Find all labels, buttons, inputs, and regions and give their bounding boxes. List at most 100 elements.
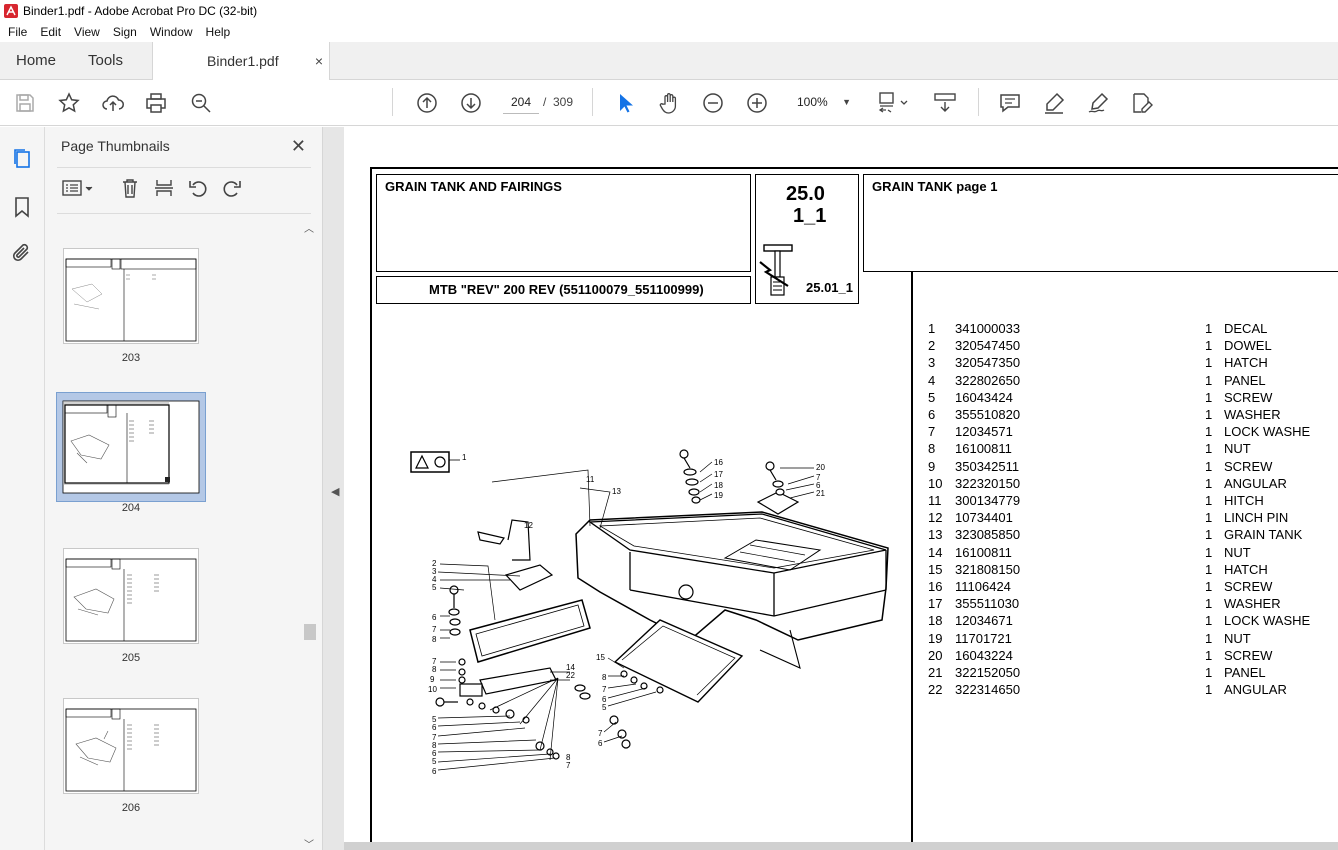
part-quantity: 1 [1205, 338, 1213, 354]
part-number: 8 [928, 441, 936, 457]
callout-5e: 5 [602, 703, 607, 712]
part-description: SCREW [1224, 458, 1273, 474]
part-description: ANGULAR [1224, 475, 1287, 491]
attachments-icon[interactable] [10, 241, 34, 265]
part-number: 3 [928, 355, 936, 371]
close-tab-icon[interactable]: × [315, 42, 323, 80]
zoom-level-select[interactable]: 100% ▼ [791, 90, 855, 114]
part-number: 17 [928, 596, 943, 612]
part-quantity: 1 [1205, 561, 1213, 577]
part-code: 355510820 [955, 407, 1021, 422]
part-description: WASHER [1224, 407, 1281, 422]
part-quantity: 1 [1205, 596, 1213, 612]
thumbnail-page-205[interactable] [63, 548, 199, 644]
zoom-search-icon[interactable] [189, 91, 213, 115]
menu-help[interactable]: Help [206, 25, 231, 39]
part-number: 13 [928, 527, 943, 543]
header-code-ref: 25.01_1 [806, 280, 853, 295]
callout-17: 17 [714, 470, 723, 479]
page-down-icon[interactable] [459, 91, 483, 115]
callout-5: 5 [432, 583, 437, 592]
part-code: 322314650 [955, 682, 1021, 698]
current-page-input[interactable]: 204 [503, 90, 539, 114]
edit-pdf-icon[interactable] [1130, 91, 1154, 115]
callout-13: 13 [612, 487, 621, 496]
part-code: 322802650 [955, 372, 1021, 388]
part-description: HATCH [1224, 355, 1268, 371]
menu-window[interactable]: Window [150, 25, 193, 39]
zoom-in-icon[interactable] [745, 91, 769, 115]
comment-icon[interactable] [998, 91, 1022, 115]
part-number: 9 [928, 458, 936, 474]
rotate-left-icon[interactable] [187, 177, 209, 199]
thumbnail-page-206[interactable] [63, 698, 199, 794]
menu-bar: File Edit View Sign Window Help [0, 22, 1338, 42]
part-code: 12034671 [955, 613, 1013, 629]
total-pages: 309 [553, 95, 574, 109]
part-code: 10734401 [955, 510, 1013, 526]
menu-view[interactable]: View [74, 25, 100, 39]
thumbnail-page-204[interactable] [56, 392, 206, 502]
thumbnails-title: Page Thumbnails [61, 138, 170, 154]
upload-icon[interactable] [101, 91, 125, 115]
bookmarks-icon[interactable] [10, 195, 34, 219]
close-icon[interactable]: ✕ [291, 136, 306, 157]
select-arrow-icon[interactable] [613, 91, 637, 115]
callout-8: 8 [432, 635, 437, 644]
part-description: ANGULAR [1224, 682, 1287, 698]
callout-22: 22 [566, 671, 575, 680]
sign-icon[interactable] [1086, 91, 1110, 115]
highlight-icon[interactable] [1042, 91, 1066, 115]
callout-10: 10 [428, 685, 437, 694]
part-code: 320547350 [955, 355, 1021, 371]
page-thumbnails-icon[interactable] [10, 147, 34, 171]
tab-bar: Home Tools Binder1.pdf × [0, 42, 1338, 81]
callout-12: 12 [524, 521, 533, 530]
part-number: 16 [928, 579, 943, 594]
print-icon[interactable] [144, 91, 168, 115]
callout-19: 19 [714, 491, 723, 500]
callout-6: 6 [432, 613, 437, 622]
part-description: HITCH [1224, 493, 1264, 508]
part-code: 16100811 [955, 441, 1012, 457]
part-quantity: 1 [1205, 475, 1213, 491]
part-code: 16043424 [955, 389, 1013, 405]
rotate-right-icon[interactable] [221, 177, 243, 199]
thumbnail-options-icon[interactable] [61, 177, 95, 199]
tab-document[interactable]: Binder1.pdf × [152, 42, 330, 81]
thumbnail-label-205: 205 [121, 652, 141, 664]
zoom-out-icon[interactable] [701, 91, 725, 115]
bookmark-star-icon[interactable] [57, 91, 81, 115]
scroll-mode-icon[interactable] [933, 91, 957, 115]
page-up-icon[interactable] [415, 91, 439, 115]
part-number: 22 [928, 682, 943, 698]
tab-document-label: Binder1.pdf [207, 53, 279, 69]
menu-sign[interactable]: Sign [113, 25, 137, 39]
zoom-level-value: 100% [797, 95, 828, 109]
part-description: LOCK WASHE [1224, 613, 1311, 629]
part-number: 20 [928, 647, 943, 663]
hand-icon[interactable] [657, 91, 681, 115]
part-quantity: 1 [1205, 493, 1213, 508]
scroll-down-icon[interactable]: ﹀ [304, 836, 314, 850]
part-number: 14 [928, 544, 943, 560]
callout-5c: 5 [432, 757, 437, 766]
tab-home[interactable]: Home [16, 42, 56, 80]
horizontal-scrollbar[interactable] [344, 842, 1338, 850]
scroll-up-icon[interactable]: ︿ [304, 220, 314, 235]
part-number: 18 [928, 613, 943, 629]
thumbnail-page-203[interactable] [63, 248, 199, 344]
save-icon[interactable] [13, 91, 37, 115]
menu-file[interactable]: File [8, 25, 27, 39]
menu-edit[interactable]: Edit [40, 25, 61, 39]
fit-page-icon[interactable] [877, 91, 913, 115]
callout-9: 9 [430, 675, 435, 684]
collapse-panel-icon[interactable]: ◀ [331, 485, 339, 498]
tab-tools[interactable]: Tools [88, 42, 123, 80]
extract-page-icon[interactable] [153, 177, 175, 199]
thumbnails-scrollbar[interactable] [303, 219, 317, 850]
part-description: DOWEL [1224, 338, 1272, 354]
part-description: PANEL [1224, 372, 1266, 388]
thumbnails-scroll-thumb[interactable] [304, 624, 316, 640]
delete-page-icon[interactable] [119, 177, 141, 199]
